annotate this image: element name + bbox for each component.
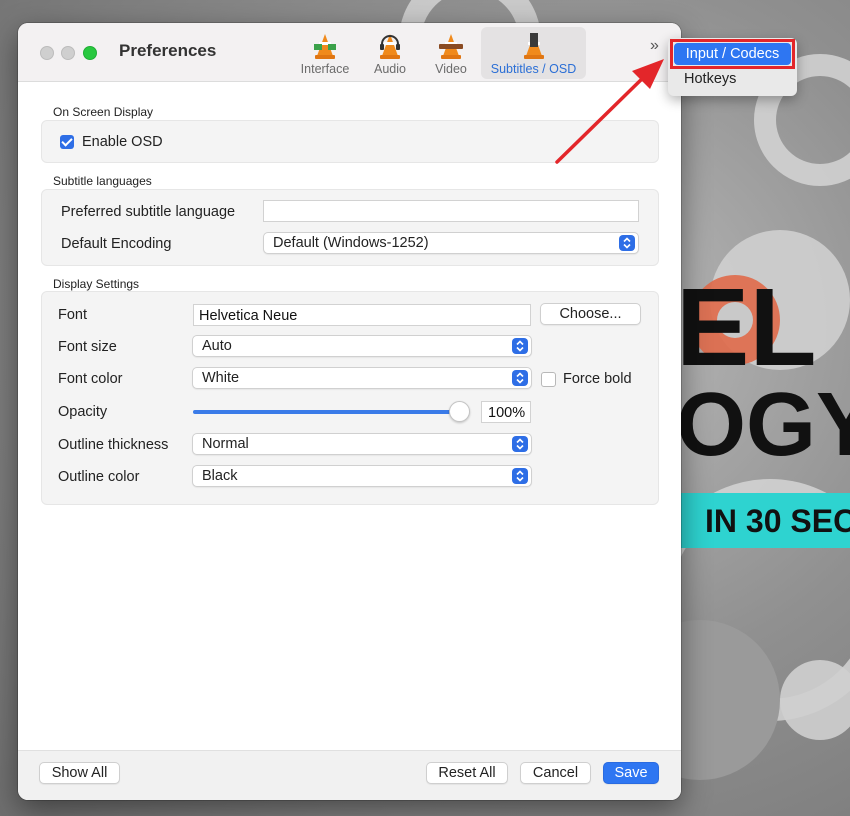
- close-window-button[interactable]: [40, 46, 54, 60]
- footer-bar: Show All Reset All Cancel Save: [18, 750, 681, 800]
- preferred-subtitle-language-label: Preferred subtitle language: [61, 204, 236, 220]
- opacity-value-field[interactable]: 100%: [481, 401, 531, 423]
- show-all-button[interactable]: Show All: [39, 762, 120, 784]
- default-encoding-label: Default Encoding: [61, 236, 172, 252]
- font-color-select[interactable]: White: [192, 367, 532, 389]
- save-button[interactable]: Save: [603, 762, 659, 784]
- display-settings-section-title: Display Settings: [53, 277, 140, 291]
- chevron-up-down-icon: [512, 468, 528, 484]
- enable-osd-checkbox[interactable]: [60, 135, 74, 149]
- font-size-label: Font size: [58, 339, 117, 355]
- outline-thickness-label: Outline thickness: [58, 437, 169, 453]
- tab-interface[interactable]: Interface: [296, 27, 354, 79]
- reset-all-button[interactable]: Reset All: [426, 762, 508, 784]
- chevron-up-down-icon: [619, 235, 635, 251]
- video-cone-icon: [439, 34, 463, 59]
- tab-audio-label: Audio: [374, 62, 406, 76]
- force-bold-label: Force bold: [563, 371, 632, 387]
- choose-font-button[interactable]: Choose...: [540, 303, 641, 325]
- minimize-window-button[interactable]: [61, 46, 75, 60]
- opacity-slider-track: [193, 410, 455, 414]
- zoom-window-button[interactable]: [83, 46, 97, 60]
- opacity-slider[interactable]: [193, 400, 473, 424]
- preferred-subtitle-language-input[interactable]: [263, 200, 639, 222]
- osd-section-title: On Screen Display: [53, 105, 154, 119]
- banner-text-3: IN 30 SEC: [705, 503, 850, 539]
- chevron-up-down-icon: [512, 370, 528, 386]
- tab-interface-label: Interface: [300, 62, 350, 76]
- opacity-label: Opacity: [58, 404, 108, 420]
- subtitles-cone-icon: [523, 33, 544, 59]
- banner-text-2: OGY: [676, 375, 850, 475]
- annotation-highlight-box: [670, 39, 795, 69]
- annotation-arrow-icon: [555, 59, 664, 164]
- font-input[interactable]: Helvetica Neue: [193, 304, 531, 326]
- default-encoding-select[interactable]: Default (Windows-1252): [263, 232, 639, 254]
- tab-video[interactable]: Video: [426, 27, 476, 79]
- outline-color-label: Outline color: [58, 469, 140, 485]
- outline-thickness-select[interactable]: Normal: [192, 433, 532, 455]
- tab-video-label: Video: [435, 62, 467, 76]
- font-size-select[interactable]: Auto: [192, 335, 532, 357]
- enable-osd-label: Enable OSD: [82, 134, 163, 150]
- outline-color-value: Black: [202, 468, 238, 484]
- font-size-value: Auto: [202, 338, 232, 354]
- opacity-slider-knob[interactable]: [449, 401, 470, 422]
- subtitle-languages-group: Preferred subtitle language Default Enco…: [41, 189, 659, 266]
- outline-color-select[interactable]: Black: [192, 465, 532, 487]
- cancel-button[interactable]: Cancel: [520, 762, 591, 784]
- chevron-up-down-icon: [512, 436, 528, 452]
- display-settings-group: Font Helvetica Neue Choose... Font size …: [41, 291, 659, 505]
- subtitle-languages-section-title: Subtitle languages: [53, 174, 152, 188]
- font-color-value: White: [202, 370, 240, 386]
- banner-text-1: EL: [676, 266, 817, 389]
- audio-cone-icon: [380, 34, 400, 59]
- default-encoding-value: Default (Windows-1252): [273, 235, 429, 251]
- outline-thickness-value: Normal: [202, 436, 249, 452]
- interface-cone-icon: [314, 34, 336, 59]
- font-color-label: Font color: [58, 371, 123, 387]
- toolbar-overflow-button[interactable]: »: [650, 37, 659, 55]
- tab-audio[interactable]: Audio: [365, 27, 415, 79]
- force-bold-checkbox[interactable]: [541, 372, 556, 387]
- font-label: Font: [58, 307, 88, 323]
- menu-item-hotkeys[interactable]: Hotkeys: [684, 71, 736, 87]
- chevron-up-down-icon: [512, 338, 528, 354]
- window-title: Preferences: [119, 41, 217, 60]
